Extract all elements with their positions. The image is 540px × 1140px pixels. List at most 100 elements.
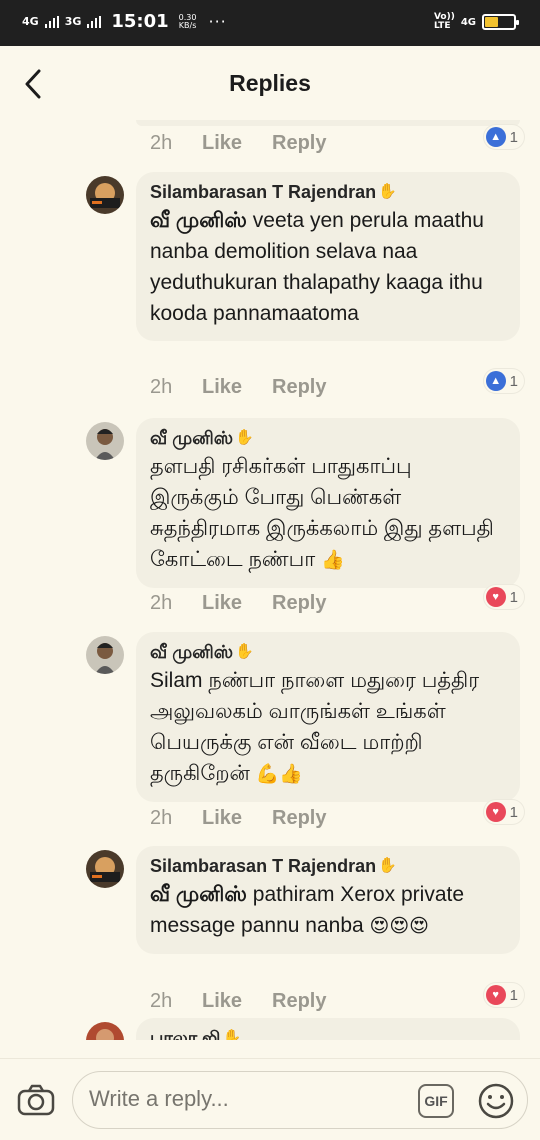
waving-hand-icon: ✋: [222, 1029, 242, 1040]
waving-hand-icon: ✋: [378, 857, 397, 874]
reply-emoji: 👍: [321, 549, 345, 571]
volte-indicator: Vo)) LTE: [434, 13, 455, 31]
author-name[interactable]: Silambarasan T Rajendran ✋: [150, 181, 506, 203]
replies-header: Replies: [0, 46, 540, 122]
gif-button[interactable]: GIF: [418, 1084, 454, 1118]
battery-level: [485, 17, 498, 27]
author-name[interactable]: Silambarasan T Rajendran ✋: [150, 855, 506, 877]
reply-button[interactable]: Reply: [272, 592, 326, 615]
reply-text: Silam நண்பா நாளை மதுரை பத்திர அலுவலகம் வ…: [150, 665, 506, 790]
camera-button[interactable]: [16, 1081, 56, 1119]
previous-bubble-edge: [136, 120, 520, 126]
author-name[interactable]: பாலா ஜி ✋: [150, 1027, 506, 1040]
reply-time: 2h: [150, 807, 173, 829]
reply-bubble[interactable]: Silambarasan T Rajendran ✋ வீ முனிஸ் vee…: [136, 172, 520, 341]
thumbs-up-icon: ▲: [485, 371, 506, 391]
reply-meta: 2h Like Reply: [150, 376, 326, 399]
reply-text: தளபதி ரசிகர்கள் பாதுகாப்பு இருக்கும் போத…: [150, 451, 506, 576]
reply-time: 2h: [150, 990, 173, 1012]
reaction-count: 1: [509, 372, 518, 390]
waving-hand-icon: ✋: [235, 643, 254, 660]
reply-composer: Write a reply... GIF: [0, 1058, 540, 1140]
signal-4g-indicator: 4G: [22, 14, 39, 28]
reply-input-placeholder: Write a reply...: [89, 1086, 229, 1111]
thumbs-up-icon: ▲: [485, 127, 506, 147]
like-button[interactable]: Like: [202, 592, 272, 615]
list-item: Silambarasan T Rajendran ✋ வீ முனிஸ் pat…: [0, 846, 540, 1030]
reply-button[interactable]: Reply: [272, 990, 326, 1013]
camera-icon: [17, 1084, 55, 1116]
reply-bubble[interactable]: வீ முனிஸ் ✋ Silam நண்பா நாளை மதுரை பத்தி…: [136, 632, 520, 802]
status-right: Vo)) LTE 4G: [434, 13, 519, 31]
list-item: வீ முனிஸ் ✋ Silam நண்பா நாளை மதுரை பத்தி…: [0, 632, 540, 836]
reaction-badge[interactable]: ♥ 1: [483, 585, 524, 609]
heart-icon: ♥: [485, 802, 506, 822]
reply-meta: 2h Like Reply: [150, 807, 326, 830]
list-item: வீ முனிஸ் ✋ தளபதி ரசிகர்கள் பாதுகாப்பு இ…: [0, 418, 540, 622]
reply-button[interactable]: Reply: [272, 376, 326, 399]
author-name-text: பாலா ஜி: [150, 1028, 221, 1040]
reply-time: 2h: [150, 132, 173, 154]
reply-bubble[interactable]: வீ முனிஸ் ✋ தளபதி ரசிகர்கள் பாதுகாப்பு இ…: [136, 418, 520, 588]
reply-button[interactable]: Reply: [272, 807, 326, 830]
author-name[interactable]: வீ முனிஸ் ✋: [150, 427, 506, 449]
reaction-count: 1: [509, 986, 518, 1004]
reply-bubble[interactable]: பாலா ஜி ✋: [136, 1018, 520, 1040]
like-button[interactable]: Like: [202, 132, 272, 155]
replies-list[interactable]: 2h Like Reply ▲ 1 Silambarasan T Rajendr…: [0, 120, 540, 1040]
reaction-count: 1: [509, 588, 518, 606]
reply-time: 2h: [150, 376, 173, 398]
status-left: 4G 3G 15:01 0.30 KB/s ···: [22, 11, 227, 32]
reaction-badge[interactable]: ▲ 1: [483, 125, 524, 149]
author-name-text: வீ முனிஸ்: [150, 642, 234, 662]
reply-body: Silam நண்பா நாளை மதுரை பத்திர அலுவலகம் வ…: [150, 669, 480, 785]
waving-hand-icon: ✋: [235, 429, 254, 446]
list-item: பாலா ஜி ✋: [0, 1018, 540, 1040]
reply-text: வீ முனிஸ் veeta yen perula maathu nanba …: [150, 205, 506, 329]
reaction-count: 1: [509, 128, 518, 146]
page-title: Replies: [229, 70, 311, 96]
reply-bubble[interactable]: Silambarasan T Rajendran ✋ வீ முனிஸ் pat…: [136, 846, 520, 954]
reply-emoji: 💪👍: [255, 763, 304, 785]
reaction-badge[interactable]: ♥ 1: [483, 983, 524, 1007]
avatar[interactable]: [86, 636, 124, 674]
signal-bars-icon-2: [87, 15, 102, 28]
network-type: 4G: [460, 16, 476, 28]
status-time: 15:01: [111, 11, 169, 32]
reaction-count: 1: [509, 803, 518, 821]
reply-meta: 2h Like Reply: [150, 990, 326, 1013]
smiley-icon: [478, 1083, 514, 1119]
reply-meta: 2h Like Reply: [150, 132, 326, 155]
author-name-text: வீ முனிஸ்: [150, 428, 234, 448]
author-name[interactable]: வீ முனிஸ் ✋: [150, 641, 506, 663]
emoji-button[interactable]: [477, 1082, 515, 1120]
avatar[interactable]: [86, 422, 124, 460]
like-button[interactable]: Like: [202, 376, 272, 399]
avatar[interactable]: [86, 850, 124, 888]
avatar[interactable]: [86, 1022, 124, 1040]
author-name-text: Silambarasan T Rajendran: [150, 856, 377, 876]
mention-link[interactable]: வீ முனிஸ்: [150, 209, 247, 232]
reply-emoji: 😍😍😍: [369, 915, 429, 937]
status-bar: 4G 3G 15:01 0.30 KB/s ··· Vo)) LTE 4G: [0, 0, 540, 46]
volte-bottom: LTE: [433, 21, 451, 31]
reply-input[interactable]: Write a reply... GIF: [72, 1071, 528, 1129]
author-name-text: Silambarasan T Rajendran: [150, 182, 377, 202]
reaction-badge[interactable]: ♥ 1: [483, 800, 524, 824]
battery-icon: [482, 14, 519, 30]
avatar[interactable]: [86, 176, 124, 214]
reply-button[interactable]: Reply: [272, 132, 326, 155]
reply-meta: 2h Like Reply: [150, 592, 326, 615]
more-notifications-icon: ···: [208, 12, 227, 31]
list-item: Silambarasan T Rajendran ✋ வீ முனிஸ் vee…: [0, 172, 540, 416]
like-button[interactable]: Like: [202, 990, 272, 1013]
reply-text: வீ முனிஸ் pathiram Xerox private message…: [150, 879, 506, 942]
mention-link[interactable]: வீ முனிஸ்: [150, 883, 247, 906]
like-button[interactable]: Like: [202, 807, 272, 830]
signal-bars-icon: [44, 15, 59, 28]
reaction-badge[interactable]: ▲ 1: [483, 369, 524, 393]
network-speed-unit: KB/s: [178, 20, 197, 30]
waving-hand-icon: ✋: [378, 183, 397, 200]
reply-time: 2h: [150, 592, 173, 614]
signal-3g-indicator: 3G: [64, 14, 82, 28]
